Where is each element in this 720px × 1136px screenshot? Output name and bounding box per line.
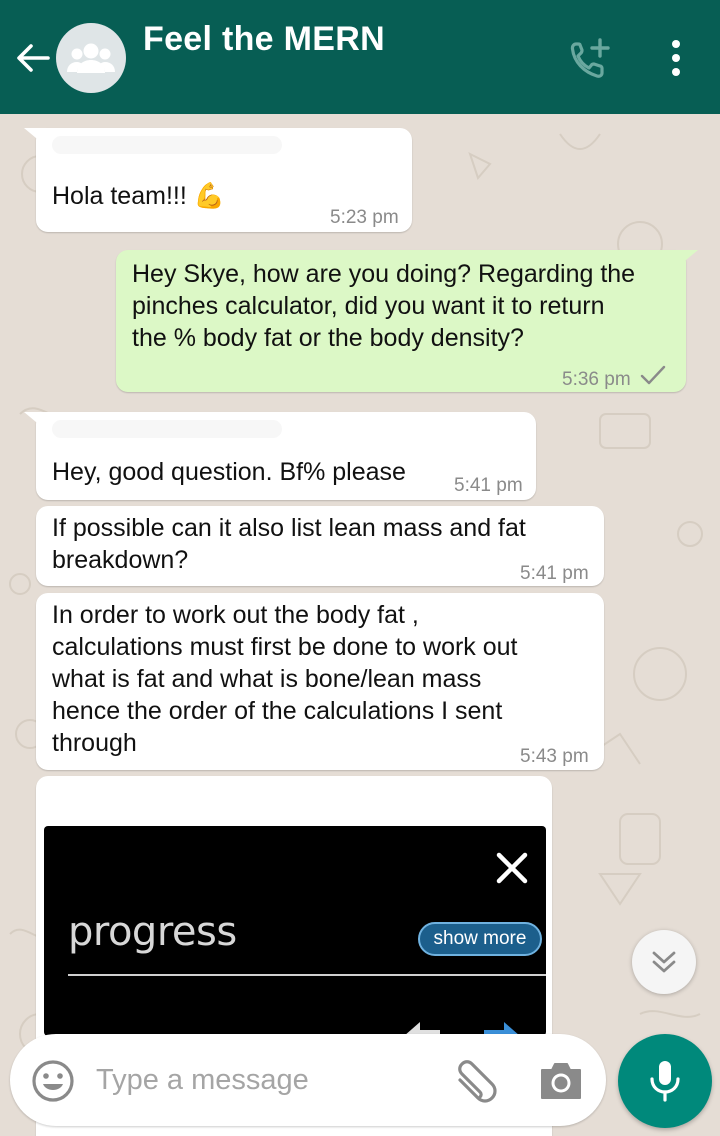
image-progress-label: progress xyxy=(68,909,237,955)
double-chevron-down-icon xyxy=(652,951,676,973)
incoming-message[interactable]: Hola team!!! 💪 5:23 pm xyxy=(24,128,412,232)
message-text: In order to work out the body fat , calc… xyxy=(52,601,518,757)
arrow-left-icon xyxy=(17,44,50,72)
voice-record-button[interactable] xyxy=(618,1034,712,1128)
camera-icon xyxy=(541,1063,581,1099)
incoming-message[interactable]: Hey, good question. Bf% please 5:41 pm xyxy=(24,412,536,500)
flexed-biceps-emoji: 💪 xyxy=(193,181,225,210)
message-time: 5:41 pm xyxy=(454,475,523,496)
outgoing-message[interactable]: Hey Skye, how are you doing? Regarding t… xyxy=(116,250,698,392)
message-time: 5:23 pm xyxy=(330,207,399,228)
image-divider xyxy=(68,974,546,976)
message-text: Hey Skye, how are you doing? Regarding t… xyxy=(132,260,636,352)
chat-area[interactable]: Hola team!!! 💪 5:23 pm Hey Skye, how are… xyxy=(0,114,720,1136)
group-icon xyxy=(67,43,115,73)
chat-title[interactable]: Feel the MERN xyxy=(143,20,385,59)
camera-button[interactable] xyxy=(538,1060,584,1102)
more-vert-icon xyxy=(672,40,680,76)
group-avatar[interactable] xyxy=(56,23,126,93)
scroll-to-bottom-button[interactable] xyxy=(632,930,696,994)
chat-header: Feel the MERN xyxy=(0,0,720,114)
check-icon xyxy=(640,365,666,385)
message-input[interactable] xyxy=(96,1060,426,1100)
close-icon xyxy=(496,852,528,884)
message-text: If possible can it also list lean mass a… xyxy=(52,514,526,574)
message-time: 5:41 pm xyxy=(520,563,589,584)
message-text: Hola team!!! 💪 xyxy=(52,181,225,210)
incoming-message[interactable]: If possible can it also list lean mass a… xyxy=(36,506,604,586)
image-show-more-label: show more xyxy=(418,922,542,956)
message-text: Hey, good question. Bf% please xyxy=(52,458,406,486)
message-time: 5:43 pm xyxy=(520,746,589,767)
back-button[interactable] xyxy=(12,38,52,78)
message-composer xyxy=(10,1034,606,1126)
sender-name-blurred xyxy=(52,136,282,154)
add-call-icon xyxy=(570,38,610,78)
incoming-message[interactable]: In order to work out the body fat , calc… xyxy=(36,593,604,770)
microphone-icon xyxy=(650,1061,680,1102)
shared-image[interactable]: progress show more xyxy=(44,826,546,1036)
more-options-button[interactable] xyxy=(660,38,692,78)
attach-button[interactable] xyxy=(448,1060,498,1106)
arrows-icon xyxy=(404,1022,520,1036)
emoji-button[interactable] xyxy=(30,1058,76,1104)
add-call-button[interactable] xyxy=(568,38,616,82)
smiley-icon xyxy=(32,1060,74,1102)
sender-name-blurred xyxy=(52,420,282,438)
message-time: 5:36 pm xyxy=(562,369,631,390)
paperclip-icon xyxy=(458,1060,497,1103)
